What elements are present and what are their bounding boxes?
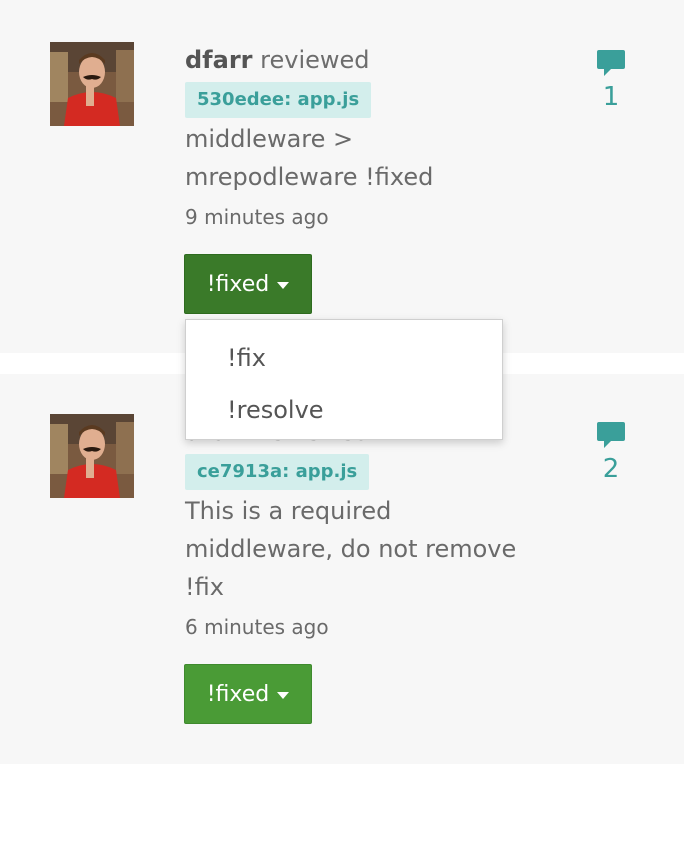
review-content: dfarr reviewed 530edee: app.js middlewar…: [185, 44, 545, 232]
review-content: dfarr reviewed ce7913a: app.js This is a…: [185, 416, 545, 642]
author-name[interactable]: dfarr: [185, 46, 253, 74]
avatar[interactable]: [50, 42, 134, 126]
message-line: middleware >: [185, 125, 354, 153]
message-line: mrepodleware !fixed: [185, 163, 434, 191]
caret-down-icon: [277, 692, 290, 699]
commit-tag[interactable]: ce7913a: app.js: [185, 454, 370, 490]
comment-count[interactable]: 1: [591, 48, 631, 112]
message-line: !fix: [185, 573, 224, 601]
status-dropdown-button[interactable]: !fixed: [184, 664, 312, 724]
review-headline: dfarr reviewed: [185, 44, 545, 76]
message-line: This is a required: [185, 497, 392, 525]
dropdown-item-fix[interactable]: !fix: [186, 332, 502, 384]
dropdown-item-resolve[interactable]: !resolve: [186, 384, 502, 436]
status-dropdown-menu: !fix !resolve: [185, 319, 503, 440]
comment-count-value: 2: [602, 454, 620, 484]
avatar-photo: [50, 42, 134, 126]
review-message: middleware > mrepodleware !fixed: [185, 120, 545, 196]
status-dropdown-button[interactable]: !fixed: [184, 254, 312, 314]
review-card: dfarr reviewed 530edee: app.js middlewar…: [0, 0, 684, 353]
commit-tag[interactable]: 530edee: app.js: [185, 82, 372, 118]
status-label: !fixed: [206, 271, 270, 297]
avatar[interactable]: [50, 414, 134, 498]
review-message: This is a required middleware, do not re…: [185, 492, 545, 606]
comment-count[interactable]: 2: [591, 420, 631, 484]
comment-count-value: 1: [602, 82, 620, 112]
speech-bubble-icon: [597, 422, 625, 448]
review-verb: reviewed: [260, 46, 370, 74]
status-label: !fixed: [206, 681, 270, 707]
avatar-photo: [50, 414, 134, 498]
timestamp: 9 minutes ago: [185, 205, 329, 229]
speech-bubble-icon: [597, 50, 625, 76]
caret-down-icon: [277, 282, 290, 289]
message-line: middleware, do not remove: [185, 535, 517, 563]
timestamp: 6 minutes ago: [185, 615, 329, 639]
